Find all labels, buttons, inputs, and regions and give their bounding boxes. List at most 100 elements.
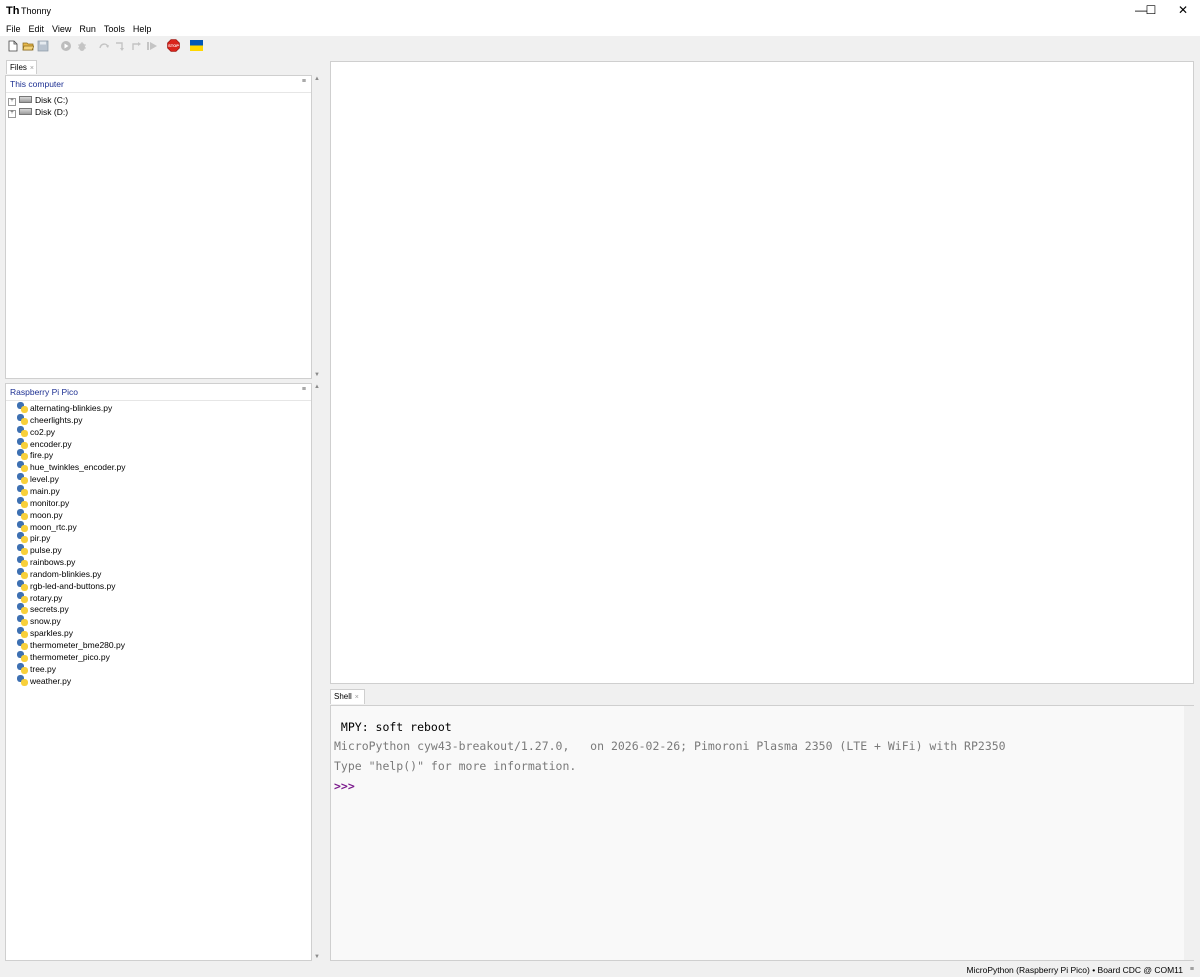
shell-prompt[interactable]: >>> xyxy=(334,779,355,793)
this-computer-scrollbar[interactable]: ▲ ▼ xyxy=(312,75,322,379)
open-file-icon[interactable] xyxy=(22,40,34,52)
python-file-icon xyxy=(17,520,28,532)
python-file-icon xyxy=(17,627,28,639)
drive-label: Disk (D:) xyxy=(35,107,69,117)
tab-shell-close-icon[interactable]: × xyxy=(355,694,359,701)
python-file-icon xyxy=(17,496,28,508)
drive-icon xyxy=(19,108,32,115)
file-name: thermometer_pico.py xyxy=(30,651,110,662)
shell-scrollbar[interactable] xyxy=(1184,706,1194,960)
file-name: alternating-blinkies.py xyxy=(30,403,113,413)
file-item[interactable]: pulse.py xyxy=(17,544,62,556)
tree-item-disk-c[interactable]: + Disk (C:) xyxy=(8,94,68,106)
python-file-icon xyxy=(17,603,28,615)
device-files-menu-icon[interactable]: ≡ xyxy=(302,386,306,393)
stop-icon[interactable]: STOP xyxy=(167,39,180,52)
scroll-up-icon[interactable]: ▲ xyxy=(312,384,322,390)
maximize-button[interactable]: ☐ xyxy=(1134,0,1168,22)
file-item[interactable]: cheerlights.py xyxy=(17,413,83,426)
shell-console[interactable]: MPY: soft reboot MicroPython cyw43-break… xyxy=(330,705,1194,961)
run-icon[interactable] xyxy=(60,40,72,52)
file-name: random-blinkies.py xyxy=(30,568,102,579)
python-file-icon xyxy=(17,579,28,591)
resume-icon[interactable] xyxy=(146,40,158,52)
file-item[interactable]: main.py xyxy=(17,484,60,497)
file-item[interactable]: random-blinkies.py xyxy=(17,567,102,580)
python-file-icon xyxy=(17,473,28,485)
file-name: pir.py xyxy=(30,533,51,544)
scroll-up-icon[interactable]: ▲ xyxy=(312,76,322,82)
python-file-icon xyxy=(17,402,28,413)
python-file-icon xyxy=(17,650,28,662)
file-name: sparkles.py xyxy=(30,628,73,639)
file-item[interactable]: thermometer_bme280.py xyxy=(17,639,125,651)
window-title: Thonny xyxy=(21,6,52,16)
file-item[interactable]: encoder.py xyxy=(17,437,72,450)
tree-item-disk-d[interactable]: + Disk (D:) xyxy=(8,106,68,118)
file-item[interactable]: level.py xyxy=(17,473,59,485)
this-computer-panel: This computer ≡ + Disk (C:) + Disk (D:) xyxy=(5,75,312,379)
python-file-icon xyxy=(17,437,28,449)
file-item[interactable]: monitor.py xyxy=(17,496,70,509)
file-item[interactable]: moon.py xyxy=(17,508,63,521)
expand-icon[interactable]: + xyxy=(8,98,16,106)
file-item[interactable]: hue_twinkles_encoder.py xyxy=(17,461,125,473)
file-item[interactable]: tree.py xyxy=(17,662,56,675)
file-item[interactable]: pir.py xyxy=(17,532,50,544)
ukraine-flag-icon[interactable] xyxy=(190,40,203,51)
file-item[interactable]: alternating-blinkies.py xyxy=(17,402,112,414)
file-name: thermometer_bme280.py xyxy=(30,640,125,650)
file-name: monitor.py xyxy=(30,497,70,508)
menu-file[interactable]: File xyxy=(6,22,21,36)
tab-files[interactable]: Files × xyxy=(6,60,37,74)
debug-icon[interactable] xyxy=(76,40,88,52)
file-item[interactable]: rainbows.py xyxy=(17,556,75,568)
menu-help[interactable]: Help xyxy=(133,22,152,36)
step-into-icon[interactable] xyxy=(114,40,126,52)
file-item[interactable]: co2.py xyxy=(17,425,55,438)
file-name: moon.py xyxy=(30,509,63,520)
step-over-icon[interactable] xyxy=(98,40,110,52)
status-menu-icon[interactable]: ≡ xyxy=(1190,964,1194,976)
file-item[interactable]: rgb-led-and-buttons.py xyxy=(17,579,116,592)
file-name: level.py xyxy=(30,474,59,485)
scroll-down-icon[interactable]: ▼ xyxy=(312,954,322,960)
file-name: weather.py xyxy=(30,675,72,686)
interpreter-status[interactable]: MicroPython (Raspberry Pi Pico) • Board … xyxy=(967,964,1183,976)
file-item[interactable]: thermometer_pico.py xyxy=(17,650,110,663)
close-window-button[interactable]: ✕ xyxy=(1166,0,1200,22)
menu-view[interactable]: View xyxy=(52,22,71,36)
step-out-icon[interactable] xyxy=(130,40,142,52)
title-bar[interactable]: Th Thonny — ☐ ✕ xyxy=(0,0,1200,22)
file-item[interactable]: snow.py xyxy=(17,615,61,627)
file-item[interactable]: weather.py xyxy=(17,674,72,687)
file-item[interactable]: moon_rtc.py xyxy=(17,520,77,533)
expand-icon[interactable]: + xyxy=(8,110,16,118)
file-name: cheerlights.py xyxy=(30,414,83,425)
tab-shell-label: Shell xyxy=(334,692,352,701)
tab-shell[interactable]: Shell × xyxy=(330,689,365,704)
tab-files-close-icon[interactable]: × xyxy=(30,65,34,72)
new-file-icon[interactable] xyxy=(7,40,19,52)
device-files-scrollbar[interactable]: ▲ ▼ xyxy=(312,383,322,961)
status-bar: MicroPython (Raspberry Pi Pico) • Board … xyxy=(0,962,1200,977)
menu-edit[interactable]: Edit xyxy=(29,22,45,36)
file-item[interactable]: sparkles.py xyxy=(17,627,73,639)
menu-run[interactable]: Run xyxy=(79,22,96,36)
file-name: secrets.py xyxy=(30,604,69,615)
scroll-down-icon[interactable]: ▼ xyxy=(312,372,322,378)
file-name: tree.py xyxy=(30,663,56,674)
shell-output-line: Type "help()" for more information. xyxy=(334,759,577,773)
shell-output-line: MicroPython cyw43-breakout/1.27.0, on 20… xyxy=(334,739,1006,753)
code-editor[interactable] xyxy=(330,61,1194,684)
file-item[interactable]: rotary.py xyxy=(17,591,63,604)
file-item[interactable]: fire.py xyxy=(17,449,53,461)
shell-output-line: MPY: soft reboot xyxy=(334,720,452,734)
menu-tools[interactable]: Tools xyxy=(104,22,125,36)
python-file-icon xyxy=(17,662,28,674)
file-item[interactable]: secrets.py xyxy=(17,603,69,615)
file-name: snow.py xyxy=(30,616,61,627)
file-name: rotary.py xyxy=(30,592,63,603)
this-computer-menu-icon[interactable]: ≡ xyxy=(302,78,306,85)
save-file-icon[interactable] xyxy=(37,40,49,52)
